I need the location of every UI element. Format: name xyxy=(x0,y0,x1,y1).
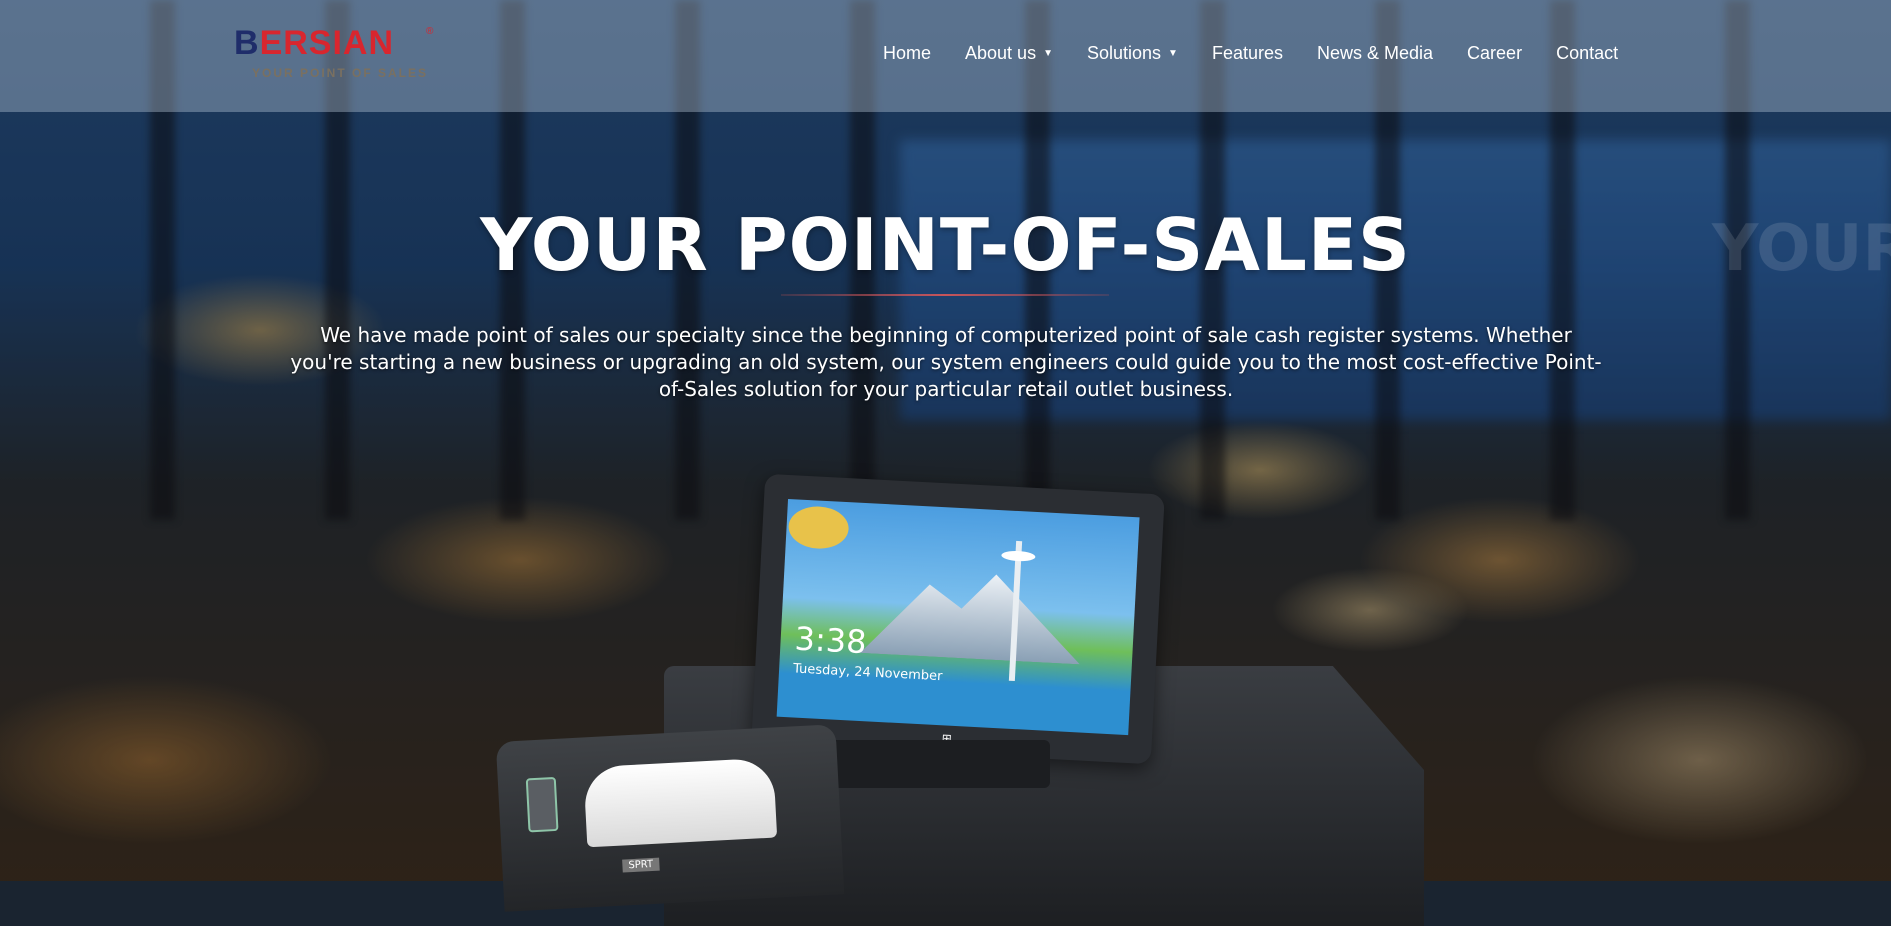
lockscreen-date: Tuesday, 24 November xyxy=(792,661,943,685)
registered-mark: ® xyxy=(426,26,434,37)
receipt-paper-roll xyxy=(583,757,778,848)
nav-label: Features xyxy=(1211,43,1283,63)
nav-label: Home xyxy=(883,43,932,63)
mountain-shape xyxy=(860,563,1084,664)
nav-label: Contact xyxy=(1556,43,1619,63)
logo-wordmark: BERSIAN xyxy=(234,24,394,63)
nav-label: News & Media xyxy=(1317,43,1434,63)
hero-title: YOUR POINT-OF-SALES xyxy=(480,203,1411,287)
nav-news-media[interactable]: News & Media xyxy=(1317,43,1433,64)
nav-label: Career xyxy=(1467,43,1523,63)
pos-tablet-image: 3:38 Tuesday, 24 November ⊞ xyxy=(751,473,1165,765)
title-divider xyxy=(781,294,1109,296)
dropdown-caret-icon: ▼ xyxy=(1168,48,1178,59)
sun-shape xyxy=(787,505,850,551)
brand-logo[interactable]: BERSIAN ® YOUR POINT OF SALES xyxy=(234,24,434,84)
logo-letter-b: B xyxy=(234,24,260,62)
hero-description: We have made point of sales our specialt… xyxy=(290,323,1602,401)
tablet-dock xyxy=(830,740,1050,788)
printer-control-panel xyxy=(525,776,559,833)
nav-label: About us xyxy=(965,43,1037,63)
site-header: BERSIAN ® YOUR POINT OF SALES Home About… xyxy=(0,0,1891,112)
nav-solutions[interactable]: Solutions ▼ xyxy=(1087,43,1178,64)
nav-home[interactable]: Home xyxy=(883,43,931,64)
nav-features[interactable]: Features xyxy=(1212,43,1283,64)
receipt-printer-image: SPRT xyxy=(495,724,845,912)
lockscreen-time: 3:38 xyxy=(793,619,868,662)
printer-brand-label: SPRT xyxy=(622,857,660,873)
nav-career[interactable]: Career xyxy=(1467,43,1522,64)
tablet-screen: 3:38 Tuesday, 24 November xyxy=(776,498,1140,736)
logo-letters: ERSIAN xyxy=(259,24,395,62)
logo-tagline: YOUR POINT OF SALES xyxy=(252,66,429,80)
nav-contact[interactable]: Contact xyxy=(1556,43,1618,64)
nav-about-us[interactable]: About us ▼ xyxy=(965,43,1053,64)
main-nav: Home About us ▼ Solutions ▼ Features New… xyxy=(883,43,1618,64)
nav-label: Solutions xyxy=(1086,43,1162,63)
space-needle-top-shape xyxy=(1001,550,1036,562)
dropdown-caret-icon: ▼ xyxy=(1043,48,1053,59)
